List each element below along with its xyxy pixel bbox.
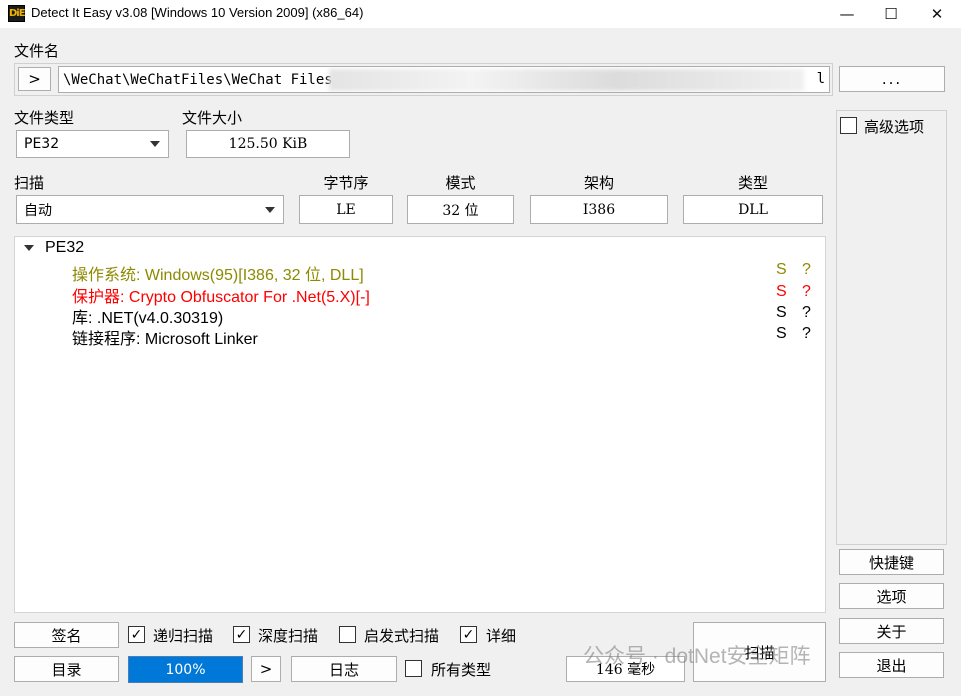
result-linker-s[interactable]: S <box>776 325 787 343</box>
check-icon: ✓ <box>235 626 248 643</box>
heuristic-checkbox[interactable] <box>339 626 356 643</box>
expand-down-icon[interactable] <box>24 245 34 251</box>
file-type-select[interactable]: PE32 <box>16 130 169 158</box>
mode-field: 32 位 <box>407 195 514 224</box>
deep-scan-label: 深度扫描 <box>258 627 319 645</box>
result-os-s[interactable]: S <box>776 261 787 279</box>
window-title: Detect It Easy v3.08 [Windows 10 Version… <box>31 5 364 20</box>
shortcuts-button[interactable]: 快捷键 <box>839 549 944 575</box>
watermark-text: 公众号 · dotNet安全矩阵 <box>583 645 811 668</box>
all-types-label: 所有类型 <box>431 661 492 679</box>
file-path-field[interactable]: \WeChat\WeChatFiles\WeChat Files\ l <box>58 66 830 93</box>
exit-button[interactable]: 退出 <box>839 652 944 678</box>
file-size-label: 文件大小 <box>182 109 243 127</box>
result-os-q[interactable]: ? <box>802 261 811 279</box>
scan-mode-select[interactable]: 自动 <box>16 195 284 224</box>
result-protector-q[interactable]: ? <box>802 283 811 301</box>
check-icon: ✓ <box>130 626 143 643</box>
file-type-value: PE32 <box>24 136 60 152</box>
advanced-label: 高级选项 <box>864 118 925 136</box>
close-button[interactable]: ✕ <box>914 0 960 28</box>
scan-mode-value: 自动 <box>24 202 52 219</box>
next-button[interactable]: > <box>251 656 281 682</box>
chevron-right-icon: > <box>259 660 273 678</box>
check-icon: ✓ <box>462 626 475 643</box>
chevron-right-icon: > <box>28 70 41 88</box>
result-linker-q[interactable]: ? <box>802 325 811 343</box>
progress-text: 100% <box>165 661 206 678</box>
result-library-s[interactable]: S <box>776 304 787 322</box>
redacted-path <box>329 69 804 91</box>
file-path-text: \WeChat\WeChatFiles\WeChat Files\ <box>63 71 342 88</box>
log-button[interactable]: 日志 <box>291 656 397 682</box>
endian-label: 字节序 <box>323 174 369 192</box>
result-os[interactable]: 操作系统: Windows(95)[I386, 32 位, DLL] <box>72 261 364 285</box>
maximize-icon: ☐ <box>884 5 898 23</box>
result-linker[interactable]: 链接程序: Microsoft Linker <box>72 325 258 349</box>
maximize-button[interactable]: ☐ <box>868 0 914 28</box>
mode-label: 模式 <box>445 174 476 192</box>
recursive-label: 递归扫描 <box>153 627 214 645</box>
result-protector-s[interactable]: S <box>776 283 787 301</box>
app-icon: DiE <box>8 5 26 22</box>
chevron-down-icon <box>265 206 275 213</box>
verbose-label: 详细 <box>486 627 517 645</box>
endian-field: LE <box>299 195 393 224</box>
expand-button[interactable]: > <box>18 67 51 91</box>
progress-bar: 100% <box>128 656 243 683</box>
file-size-field: 125.50 KiB <box>186 130 350 158</box>
all-types-checkbox[interactable] <box>405 660 422 677</box>
arch-label: 架构 <box>583 174 614 192</box>
browse-button[interactable]: ... <box>839 66 945 92</box>
verbose-checkbox[interactable]: ✓ <box>460 626 477 643</box>
tree-root[interactable]: PE32 <box>45 239 84 257</box>
file-type-label: 文件类型 <box>14 109 75 127</box>
result-library-q[interactable]: ? <box>802 304 811 322</box>
chevron-down-icon <box>150 141 160 147</box>
minimize-icon: — <box>839 5 855 23</box>
file-name-label: 文件名 <box>14 42 60 60</box>
about-button[interactable]: 关于 <box>839 618 944 644</box>
close-icon: ✕ <box>930 5 944 23</box>
advanced-panel <box>836 110 947 545</box>
minimize-button[interactable]: — <box>824 0 870 28</box>
type-label: 类型 <box>737 174 768 192</box>
signature-button[interactable]: 签名 <box>14 622 119 648</box>
options-button[interactable]: 选项 <box>839 583 944 609</box>
arch-field: I386 <box>530 195 668 224</box>
advanced-checkbox[interactable] <box>840 117 857 134</box>
deep-scan-checkbox[interactable]: ✓ <box>233 626 250 643</box>
recursive-checkbox[interactable]: ✓ <box>128 626 145 643</box>
scan-label: 扫描 <box>14 174 45 192</box>
results-tree[interactable]: PE32 操作系统: Windows(95)[I386, 32 位, DLL] … <box>14 236 826 613</box>
type-field: DLL <box>683 195 823 224</box>
heuristic-label: 启发式扫描 <box>364 627 440 645</box>
directory-button[interactable]: 目录 <box>14 656 119 682</box>
file-path-tail: l <box>816 71 825 87</box>
